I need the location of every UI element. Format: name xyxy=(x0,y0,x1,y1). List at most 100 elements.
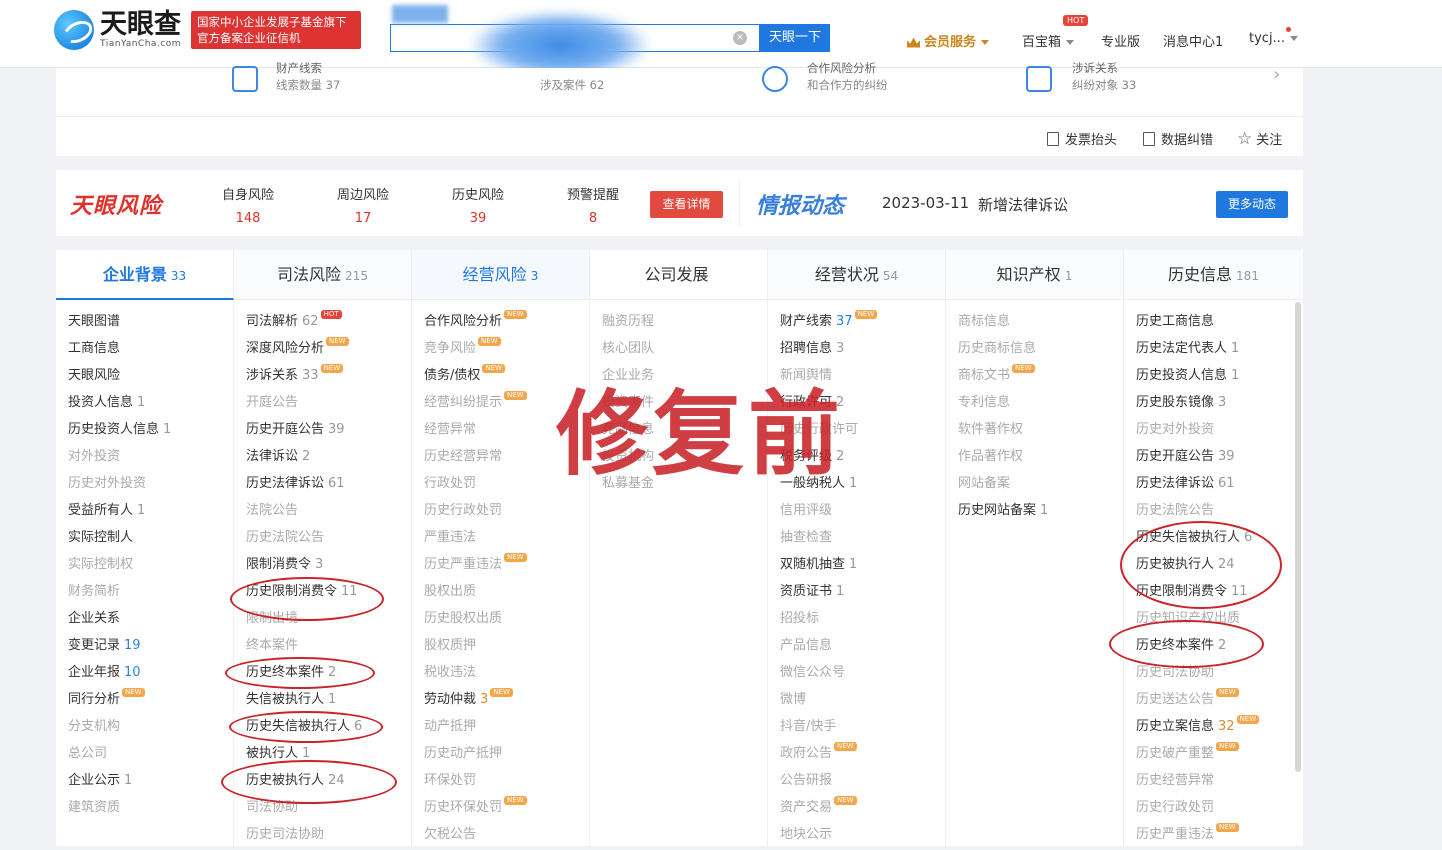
clear-search-icon[interactable]: × xyxy=(733,31,747,45)
category-item[interactable]: 历史破产重整 NEW xyxy=(1124,742,1294,769)
category-item[interactable]: 历史知识产权出质 xyxy=(1124,607,1294,634)
message-center-link[interactable]: 消息中心1 xyxy=(1163,31,1223,50)
category-item[interactable]: 总公司 xyxy=(56,742,226,769)
category-item[interactable]: 历史开庭公告 39 xyxy=(234,418,404,445)
risk-self[interactable]: 自身风险 148 xyxy=(213,184,283,226)
category-item[interactable]: 历史法律诉讼 61 xyxy=(234,472,404,499)
category-item[interactable]: 历史投资人信息 1 xyxy=(1124,364,1294,391)
category-item[interactable]: 变更记录 19 xyxy=(56,634,226,661)
category-item[interactable]: 历史法院公告 xyxy=(1124,499,1294,526)
category-item[interactable]: 对外投资 xyxy=(56,445,226,472)
category-item[interactable]: 分支机构 xyxy=(56,715,226,742)
intel-text[interactable]: 新增法律诉讼 xyxy=(978,194,1068,215)
category-item[interactable]: 天眼图谱 xyxy=(56,310,226,337)
category-item[interactable]: 限制消费令 3 xyxy=(234,553,404,580)
follow-button[interactable]: ☆ 关注 xyxy=(1237,129,1282,148)
category-item[interactable]: 税收违法 xyxy=(412,661,582,688)
category-item[interactable]: 企业公示 1 xyxy=(56,769,226,796)
logo[interactable]: 天眼查 TianYanCha.com xyxy=(54,10,181,50)
category-item[interactable]: 历史投资人信息 1 xyxy=(56,418,226,445)
category-item[interactable]: 历史工商信息 xyxy=(1124,310,1294,337)
category-item[interactable]: 产品信息 xyxy=(768,634,938,661)
category-item[interactable]: 法院公告 xyxy=(234,499,404,526)
category-item[interactable]: 司法解析 62 HOT xyxy=(234,310,404,337)
category-item[interactable]: 工商信息 xyxy=(56,337,226,364)
category-item[interactable]: 企业关系 xyxy=(56,607,226,634)
category-item[interactable]: 历史网站备案 1 xyxy=(946,499,1116,526)
category-item[interactable]: 涉诉关系 33 NEW xyxy=(234,364,404,391)
category-item[interactable]: 历史法律诉讼 61 xyxy=(1124,472,1294,499)
category-item[interactable]: 开庭公告 xyxy=(234,391,404,418)
category-item[interactable]: 历史终本案件 2 xyxy=(234,661,404,688)
category-item[interactable]: 历史法院公告 xyxy=(234,526,404,553)
category-item[interactable]: 抽查检查 xyxy=(768,526,938,553)
category-item[interactable]: 商标文书 NEW xyxy=(946,364,1116,391)
category-item[interactable]: 专利信息 xyxy=(946,391,1116,418)
category-item[interactable]: 历史法定代表人 1 xyxy=(1124,337,1294,364)
category-item[interactable]: 司法协助 xyxy=(234,796,404,823)
tab-enterprise-background[interactable]: 企业背景 33 xyxy=(56,250,234,300)
category-item[interactable]: 微博 xyxy=(768,688,938,715)
category-item[interactable]: 历史立案信息 32 NEW xyxy=(1124,715,1294,742)
category-item[interactable]: 微信公众号 xyxy=(768,661,938,688)
category-item[interactable]: 法律诉讼 2 xyxy=(234,445,404,472)
category-item[interactable]: 建筑资质 xyxy=(56,796,226,823)
category-item[interactable]: 历史送达公告 NEW xyxy=(1124,688,1294,715)
category-item[interactable]: 历史严重违法 NEW xyxy=(412,553,582,580)
category-item[interactable]: 环保处罚 xyxy=(412,769,582,796)
category-item[interactable]: 天眼风险 xyxy=(56,364,226,391)
tab-intellectual-property[interactable]: 知识产权 1 xyxy=(946,250,1124,300)
category-item[interactable]: 软件著作权 xyxy=(946,418,1116,445)
category-item[interactable]: 受益所有人 1 xyxy=(56,499,226,526)
vip-service-menu[interactable]: 会员服务 xyxy=(907,31,990,50)
category-item[interactable]: 网站备案 xyxy=(946,472,1116,499)
category-item[interactable]: 被执行人 1 xyxy=(234,742,404,769)
category-item[interactable]: 历史行政处罚 xyxy=(1124,796,1294,823)
category-item[interactable]: 资产交易 NEW xyxy=(768,796,938,823)
category-item[interactable]: 历史被执行人 24 xyxy=(1124,553,1294,580)
chevron-right-icon[interactable]: › xyxy=(1273,64,1280,85)
category-item[interactable]: 历史股权出质 xyxy=(412,607,582,634)
category-item[interactable]: 历史环保处罚 NEW xyxy=(412,796,582,823)
scrollbar[interactable] xyxy=(1295,302,1301,772)
tab-operating-status[interactable]: 经营状况 54 xyxy=(768,250,946,300)
category-item[interactable]: 实际控制权 xyxy=(56,553,226,580)
category-item[interactable]: 作品著作权 xyxy=(946,445,1116,472)
risk-surrounding[interactable]: 周边风险 17 xyxy=(328,184,398,226)
tab-history-info[interactable]: 历史信息 181 xyxy=(1124,250,1303,300)
category-item[interactable]: 终本案件 xyxy=(234,634,404,661)
risk-warning[interactable]: 预警提醒 8 xyxy=(558,184,628,226)
category-item[interactable]: 动产抵押 xyxy=(412,715,582,742)
view-details-button[interactable]: 查看详情 xyxy=(650,191,723,218)
category-item[interactable]: 历史限制消费令 11 xyxy=(1124,580,1294,607)
category-item[interactable]: 财务简析 xyxy=(56,580,226,607)
category-item[interactable]: 历史失信被执行人 6 xyxy=(234,715,404,742)
category-item[interactable]: 历史行政处罚 xyxy=(412,499,582,526)
category-item[interactable]: 财产线索 37 NEW xyxy=(768,310,938,337)
category-item[interactable]: 失信被执行人 1 xyxy=(234,688,404,715)
category-item[interactable]: 历史司法协助 xyxy=(1124,661,1294,688)
treasure-box-menu[interactable]: 百宝箱 xyxy=(1022,31,1075,50)
data-correction-button[interactable]: 数据纠错 xyxy=(1143,129,1213,148)
category-item[interactable]: 历史对外投资 xyxy=(56,472,226,499)
category-item[interactable]: 历史失信被执行人 6 xyxy=(1124,526,1294,553)
more-updates-button[interactable]: 更多动态 xyxy=(1216,191,1288,218)
user-menu[interactable]: tycj... xyxy=(1249,31,1298,46)
category-item[interactable]: 劳动仲裁 3 NEW xyxy=(412,688,582,715)
category-item[interactable]: 招投标 xyxy=(768,607,938,634)
category-item[interactable]: 深度风险分析 NEW xyxy=(234,337,404,364)
category-item[interactable]: 历史开庭公告 39 xyxy=(1124,445,1294,472)
category-item[interactable]: 合作风险分析 NEW xyxy=(412,310,582,337)
category-item[interactable]: 严重违法 xyxy=(412,526,582,553)
category-item[interactable]: 政府公告 NEW xyxy=(768,742,938,769)
category-item[interactable]: 历史股东镜像 3 xyxy=(1124,391,1294,418)
category-item[interactable]: 历史对外投资 xyxy=(1124,418,1294,445)
category-item[interactable]: 股权出质 xyxy=(412,580,582,607)
category-item[interactable]: 抖音/快手 xyxy=(768,715,938,742)
category-item[interactable]: 企业年报 10 xyxy=(56,661,226,688)
category-item[interactable]: 股权质押 xyxy=(412,634,582,661)
category-item[interactable]: 历史商标信息 xyxy=(946,337,1116,364)
category-item[interactable]: 同行分析 NEW xyxy=(56,688,226,715)
promo-banner[interactable]: 国家中小企业发展子基金旗下 官方备案企业征信机 xyxy=(191,11,361,49)
category-item[interactable]: 投资人信息 1 xyxy=(56,391,226,418)
